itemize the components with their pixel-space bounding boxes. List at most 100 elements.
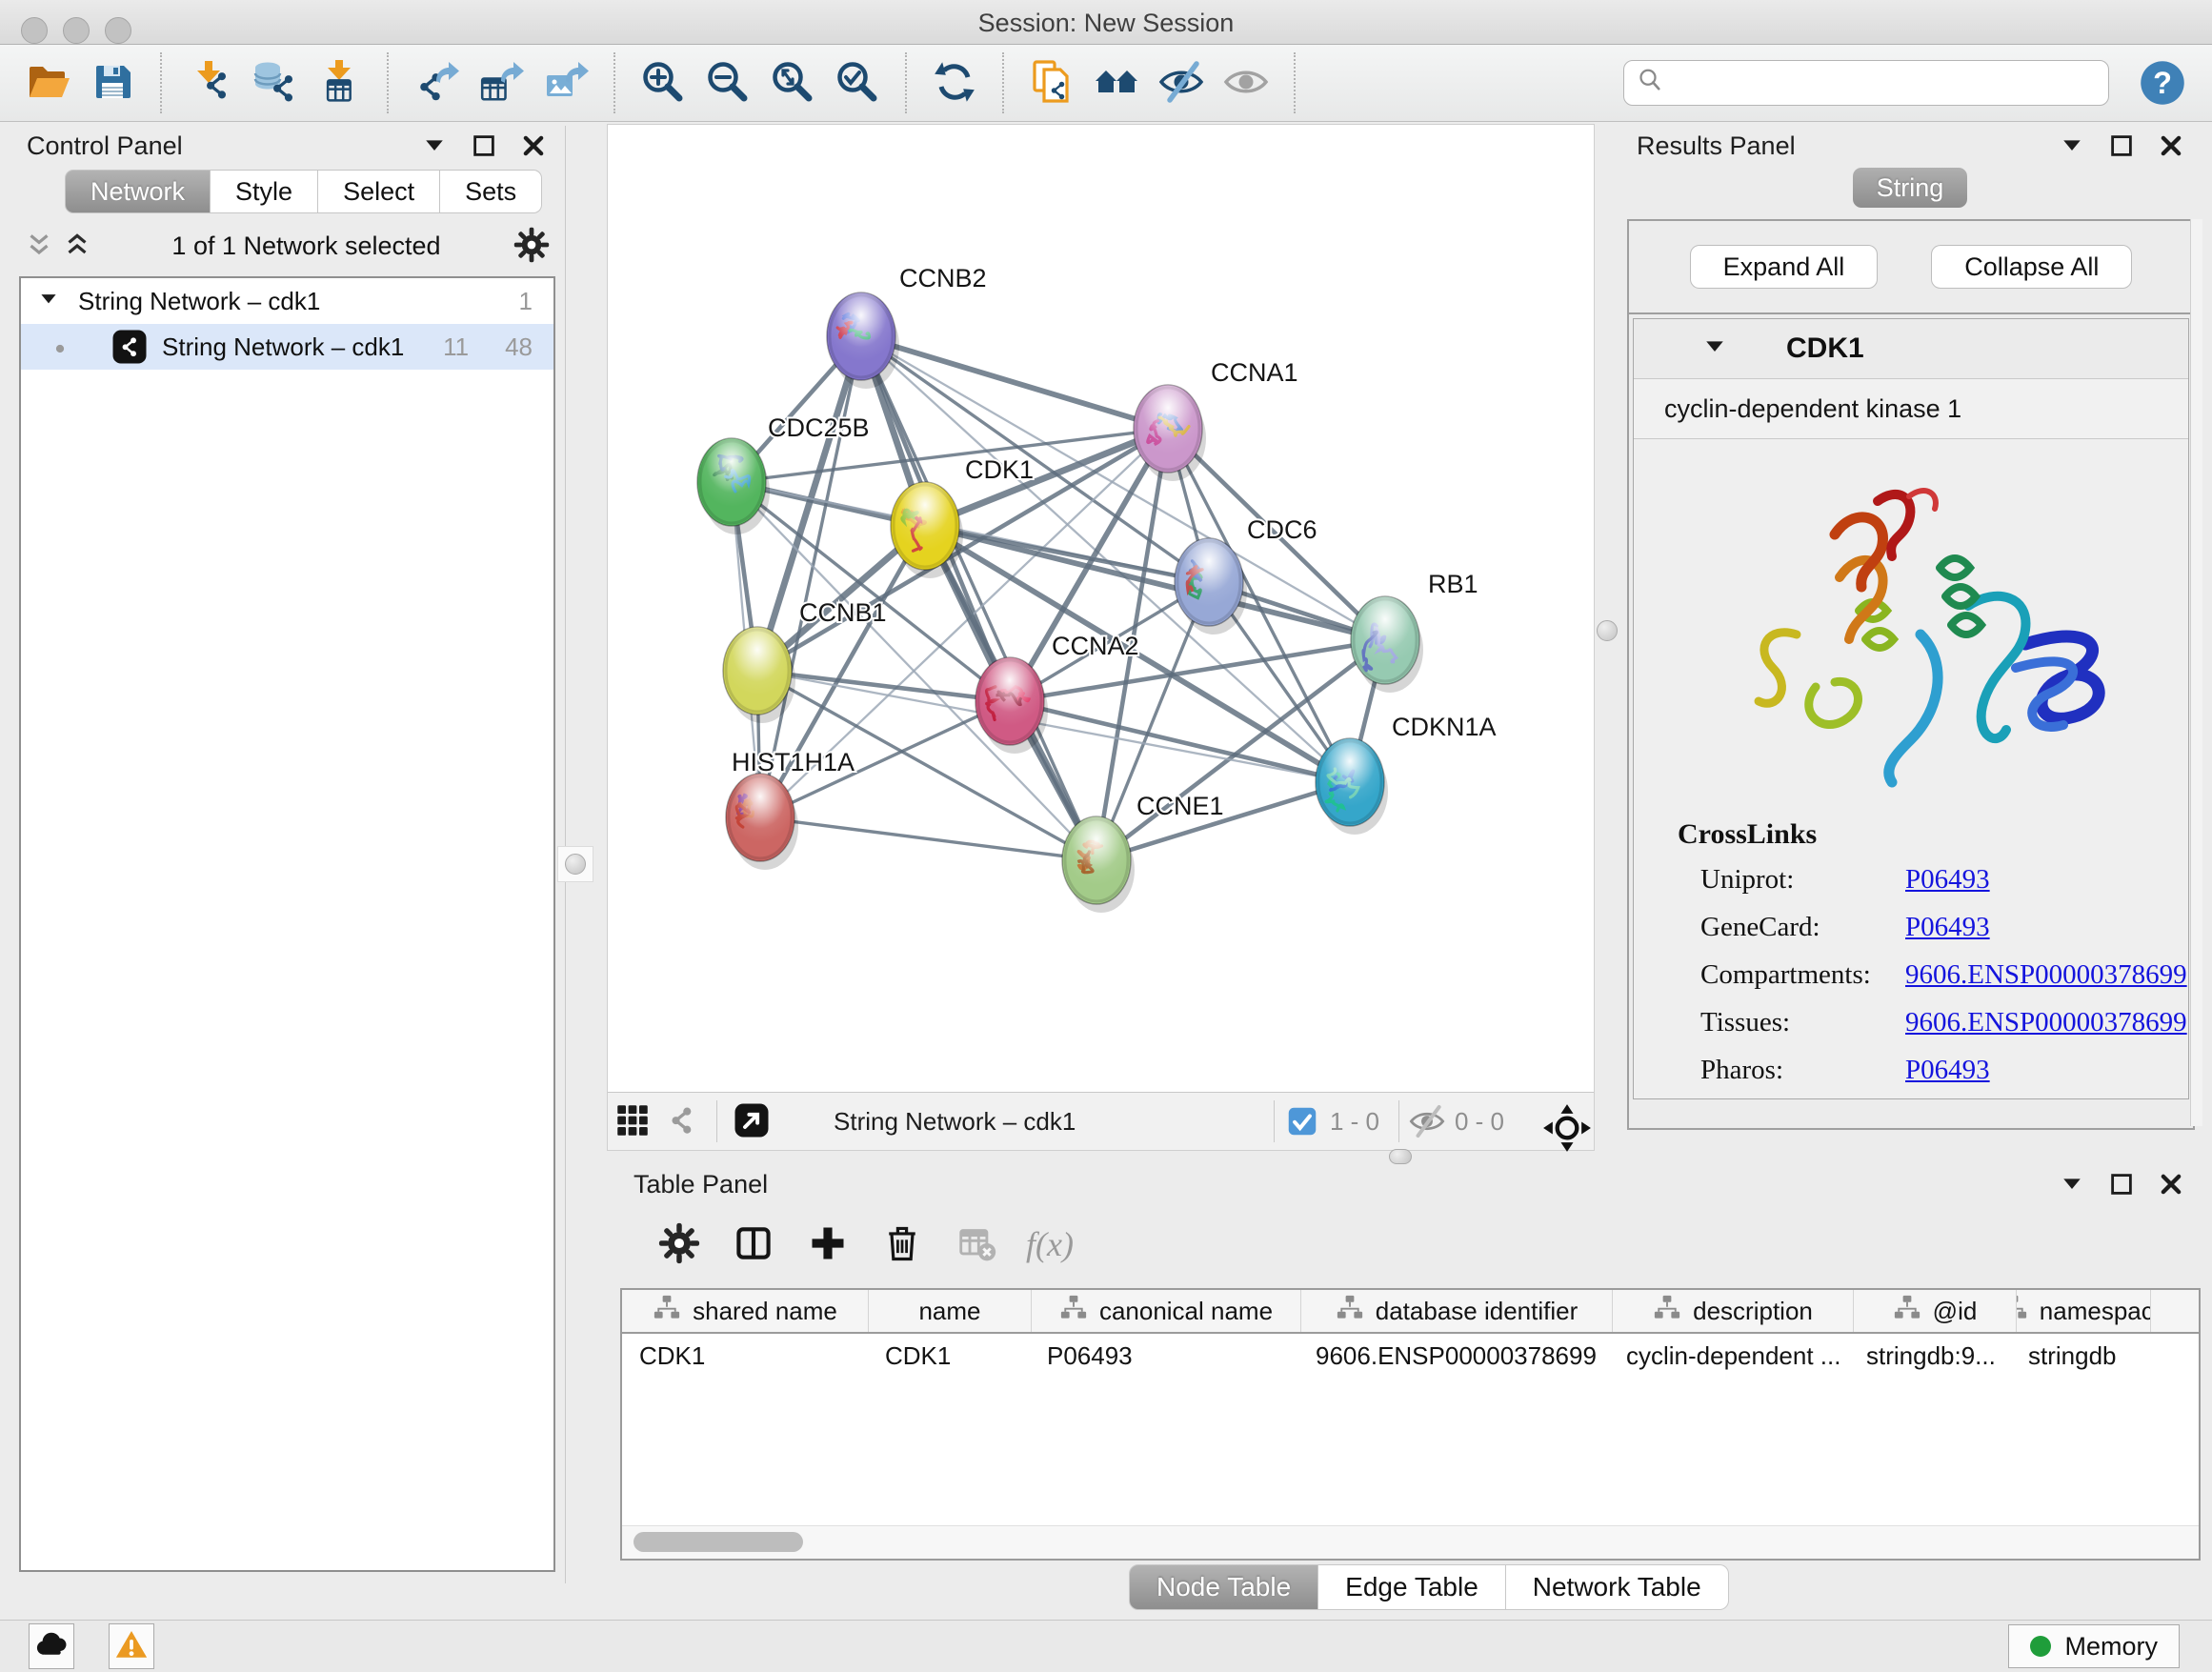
column-header-database-identifier[interactable]: database identifier <box>1301 1290 1613 1332</box>
panel-close-icon[interactable] <box>2157 131 2185 160</box>
table-row[interactable]: CDK1CDK1P064939606.ENSP00000378699cyclin… <box>622 1334 2199 1378</box>
crosslink-link[interactable]: 9606.ENSP00000378699 <box>1905 959 2187 990</box>
cloud-status-button[interactable] <box>29 1623 74 1669</box>
network-collection-row[interactable]: String Network – cdk1 1 <box>21 278 553 324</box>
panel-undock-icon[interactable] <box>2107 1170 2136 1199</box>
search-input[interactable] <box>1668 63 2108 103</box>
gene-caret-icon[interactable] <box>1700 332 1733 365</box>
birds-eye-grid-button[interactable] <box>608 1097 657 1146</box>
panel-close-icon[interactable] <box>2157 1170 2185 1199</box>
selected-checkbox-icon[interactable] <box>1284 1103 1320 1139</box>
right-splitter-knob[interactable] <box>1597 620 1618 641</box>
zoom-out-icon <box>705 59 751 108</box>
export-table-icon <box>478 59 524 108</box>
detach-view-button[interactable] <box>727 1097 776 1146</box>
results-panel-title: Results Panel <box>1637 131 1796 161</box>
expand-all-icon[interactable] <box>61 230 99 262</box>
tab-select[interactable]: Select <box>318 170 440 213</box>
table-cell[interactable]: stringdb:9... <box>1849 1334 2011 1378</box>
tab-network[interactable]: Network <box>65 170 211 213</box>
column-label: @id <box>1933 1297 1978 1326</box>
save-session-button[interactable] <box>80 52 145 113</box>
table-cell[interactable]: CDK1 <box>622 1334 868 1378</box>
results-scrollbar-track[interactable] <box>2190 219 2202 1126</box>
table-cell[interactable]: CDK1 <box>868 1334 1030 1378</box>
export-image-button[interactable] <box>533 52 598 113</box>
network-options-gear-icon[interactable] <box>513 227 552 265</box>
network-node-CCNE1[interactable] <box>1062 816 1135 913</box>
column-header--id[interactable]: @id <box>1854 1290 2017 1332</box>
zoom-out-button[interactable] <box>695 52 760 113</box>
tab-style[interactable]: Style <box>211 170 318 213</box>
zoom-fit-content-button[interactable] <box>760 52 825 113</box>
shared-column-icon <box>1059 1294 1088 1329</box>
network-row[interactable]: String Network – cdk1 11 48 <box>21 324 553 370</box>
new-network-from-selection-button[interactable] <box>1019 52 1084 113</box>
tab-node-table[interactable]: Node Table <box>1129 1564 1318 1610</box>
tab-string[interactable]: String <box>1853 168 1967 208</box>
column-header-description[interactable]: description <box>1613 1290 1854 1332</box>
warnings-button[interactable] <box>109 1623 154 1669</box>
search-box[interactable] <box>1623 60 2109 106</box>
panel-float-icon[interactable] <box>420 131 449 160</box>
column-header-name[interactable]: name <box>869 1290 1032 1332</box>
bottom-splitter-knob[interactable] <box>1389 1149 1412 1164</box>
panel-undock-icon[interactable] <box>470 131 498 160</box>
crosslink-link[interactable]: P06493 <box>1905 864 1990 895</box>
collapse-all-button[interactable]: Collapse All <box>1931 245 2132 289</box>
delete-column-button[interactable] <box>877 1219 927 1269</box>
toolbar-group <box>0 52 162 113</box>
panel-undock-icon[interactable] <box>2107 131 2136 160</box>
first-neighbors-button[interactable] <box>1084 52 1149 113</box>
export-network-button[interactable] <box>404 52 469 113</box>
import-table-from-file-button[interactable] <box>307 52 372 113</box>
network-overview-button[interactable] <box>657 1097 707 1146</box>
table-options-button[interactable] <box>654 1219 704 1269</box>
network-node-RB1[interactable] <box>1351 596 1423 693</box>
zoom-selected-button[interactable] <box>825 52 890 113</box>
network-node-CDKN1A[interactable] <box>1316 738 1388 835</box>
hide-selected-button[interactable] <box>1149 52 1214 113</box>
left-splitter-knob[interactable] <box>565 854 586 875</box>
network-node-HIST1H1A[interactable] <box>726 774 798 870</box>
help-button[interactable]: ? <box>2138 58 2187 108</box>
column-header-canonical-name[interactable]: canonical name <box>1032 1290 1301 1332</box>
network-node-CCNB1[interactable] <box>723 627 795 723</box>
import-network-from-database-button[interactable] <box>242 52 307 113</box>
main-toolbar: ? <box>0 45 2212 122</box>
table-hscrollbar-track[interactable] <box>622 1525 2199 1559</box>
table-cell[interactable]: stringdb <box>2011 1334 2144 1378</box>
network-canvas[interactable]: CCNB2CCNA1CDC25BCDK1CDC6RB1CCNB1CCNA2CDK… <box>608 125 1594 1093</box>
table-cell[interactable]: 9606.ENSP00000378699 <box>1298 1334 1609 1378</box>
show-columns-button[interactable] <box>729 1219 778 1269</box>
panel-close-icon[interactable] <box>519 131 548 160</box>
memory-button[interactable]: Memory <box>2008 1624 2180 1668</box>
expand-all-button[interactable]: Expand All <box>1690 245 1879 289</box>
network-node-CCNB2[interactable] <box>827 292 899 389</box>
table-hscrollbar-thumb[interactable] <box>633 1532 803 1552</box>
import-network-from-file-button[interactable] <box>177 52 242 113</box>
open-session-button[interactable] <box>15 52 80 113</box>
create-column-button[interactable] <box>803 1219 853 1269</box>
apply-preferred-layout-button[interactable] <box>922 52 987 113</box>
table-cell[interactable]: cyclin-dependent ... <box>1609 1334 1849 1378</box>
column-header-shared-name[interactable]: shared name <box>622 1290 869 1332</box>
network-node-CCNA2[interactable] <box>975 657 1048 754</box>
panel-float-icon[interactable] <box>2058 1170 2086 1199</box>
crosslink-link[interactable]: P06493 <box>1905 912 1990 942</box>
column-header-namespace[interactable]: namespace <box>2017 1290 2151 1332</box>
export-table-button[interactable] <box>469 52 533 113</box>
tab-edge-table[interactable]: Edge Table <box>1318 1564 1506 1610</box>
collapse-all-icon[interactable] <box>23 230 61 262</box>
gene-section-header[interactable]: CDK1 <box>1634 319 2188 378</box>
crosslink-link[interactable]: P06493 <box>1905 1055 1990 1085</box>
birdseye-navigate-icon[interactable] <box>1542 1103 1579 1139</box>
table-header-row: shared namenamecanonical namedatabase id… <box>622 1290 2199 1334</box>
zoom-in-button[interactable] <box>631 52 695 113</box>
tab-sets[interactable]: Sets <box>440 170 542 213</box>
collection-caret-icon[interactable] <box>36 287 65 315</box>
table-cell[interactable]: P06493 <box>1030 1334 1298 1378</box>
crosslink-link[interactable]: 9606.ENSP00000378699 <box>1905 1007 2187 1037</box>
tab-network-table[interactable]: Network Table <box>1506 1564 1729 1610</box>
panel-float-icon[interactable] <box>2058 131 2086 160</box>
